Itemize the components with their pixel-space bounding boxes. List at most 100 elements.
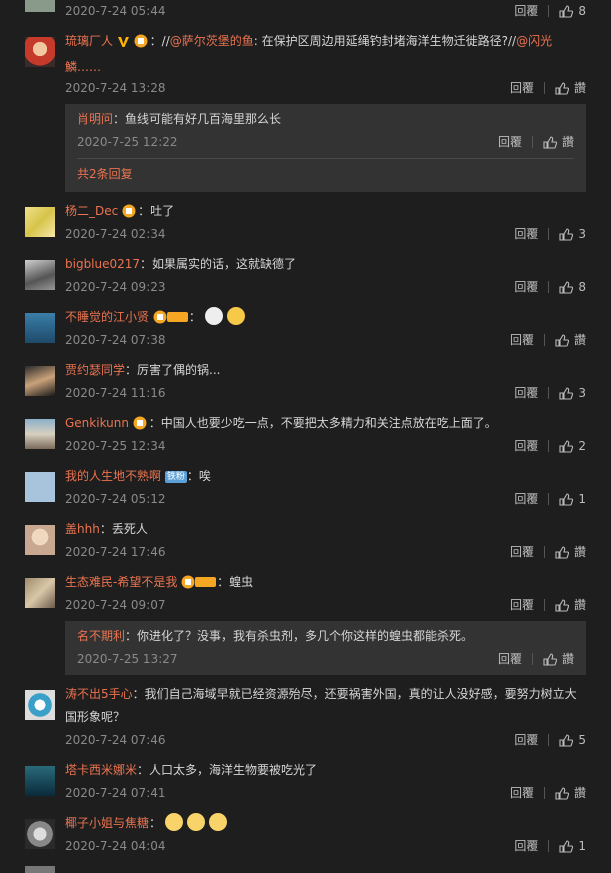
like-button[interactable]: 讚 — [555, 784, 586, 802]
comment-item: 涛不出5手心：我们自己海域早就已经资源殆尽，还要祸害外国，真的让人没好感，要努力… — [0, 683, 611, 751]
like-button[interactable]: 5 — [559, 731, 586, 749]
reply-button[interactable]: 回覆 — [514, 437, 538, 455]
sub-reply-username[interactable]: 名不期利 — [77, 629, 125, 643]
avatar[interactable] — [25, 207, 55, 237]
thumbs-up-icon — [559, 4, 574, 18]
thumbs-up-icon — [543, 652, 557, 666]
avatar[interactable] — [25, 766, 55, 796]
avatar[interactable] — [25, 0, 55, 12]
like-button[interactable]: 讚 — [555, 596, 586, 614]
comment-content: 贾约瑟同学：厉害了偶的锅... — [65, 363, 221, 377]
reply-button[interactable]: 回覆 — [510, 784, 534, 802]
comment-username[interactable]: bigblue0217 — [65, 257, 140, 271]
reply-button[interactable]: 回覆 — [510, 596, 534, 614]
mention-link[interactable]: @萨尔茨堡的鱼 — [170, 34, 254, 48]
comment-item: 贾约瑟同学：厉害了偶的锅... 2020-7-24 11:16 回覆 3 — [0, 359, 611, 404]
like-button[interactable]: 2 — [559, 437, 586, 455]
comment-username[interactable]: 塔卡西米娜米 — [65, 763, 137, 777]
like-count: 1 — [578, 492, 586, 506]
avatar[interactable] — [25, 472, 55, 502]
reply-button[interactable]: 回覆 — [514, 837, 538, 855]
reply-button[interactable]: 回覆 — [510, 543, 534, 561]
like-button[interactable]: 讚 — [555, 79, 586, 97]
like-button[interactable]: 1 — [559, 837, 586, 855]
avatar[interactable] — [25, 819, 55, 849]
thumbs-up-icon — [559, 280, 574, 294]
reply-button[interactable]: 回覆 — [510, 79, 534, 97]
like-button[interactable]: 讚 — [543, 133, 574, 151]
comment-username[interactable]: 盖hhh — [65, 522, 100, 536]
reply-button[interactable]: 回覆 — [514, 490, 538, 508]
comment-username[interactable]: 杨二_Dec — [65, 204, 118, 218]
thumbs-up-icon — [555, 81, 569, 95]
fan-badge-icon — [181, 574, 217, 597]
comment-time: 2020-7-24 07:38 — [65, 333, 166, 347]
like-button[interactable]: 8 — [559, 2, 586, 20]
emoji-icon — [208, 813, 227, 831]
reply-button[interactable]: 回覆 — [514, 731, 538, 749]
avatar[interactable] — [25, 260, 55, 290]
comment-time: 2020-7-24 07:46 — [65, 733, 166, 747]
avatar[interactable] — [25, 690, 55, 720]
comment-time: 2020-7-24 04:04 — [65, 839, 166, 853]
like-button[interactable]: 1 — [559, 490, 586, 508]
reply-button[interactable]: 回覆 — [514, 278, 538, 296]
divider — [543, 787, 545, 799]
divider — [543, 599, 545, 611]
avatar[interactable] — [25, 419, 55, 449]
avatar[interactable] — [25, 578, 55, 608]
comment-item: 杨二_Dec ：吐了 2020-7-24 02:34 回覆 3 — [0, 200, 611, 245]
reply-button[interactable]: 回覆 — [514, 2, 538, 20]
like-button[interactable]: 3 — [559, 225, 586, 243]
comment-username[interactable]: 琉璃厂人 — [65, 34, 113, 48]
comment-username[interactable]: 贾约瑟同学 — [65, 363, 125, 377]
more-replies-link[interactable]: 共2条回复 — [65, 163, 145, 186]
comment-item: 盖hhh：丢死人 2020-7-24 17:46 回覆 讚 — [0, 518, 611, 563]
avatar[interactable] — [25, 866, 55, 873]
emoji-icon — [164, 813, 183, 831]
like-button[interactable]: 3 — [559, 384, 586, 402]
avatar[interactable] — [25, 313, 55, 343]
comment-username[interactable]: 我的人生地不熟啊 — [65, 469, 161, 483]
divider — [548, 493, 550, 505]
comment-item: Genkikunn ：中国人也要少吃一点，不要把太多精力和关注点放在吃上面了。 … — [0, 412, 611, 457]
divider — [548, 440, 550, 452]
sub-reply-time: 2020-7-25 13:27 — [77, 652, 178, 666]
like-button[interactable]: 讚 — [555, 331, 586, 349]
like-button[interactable]: 讚 — [555, 543, 586, 561]
sub-reply-content: 肖明问：鱼线可能有好几百海里那么长 — [77, 112, 282, 126]
like-count: 讚 — [573, 598, 586, 612]
comment-username[interactable]: 涛不出5手心 — [65, 687, 133, 701]
like-button[interactable]: 讚 — [543, 650, 574, 668]
avatar[interactable] — [25, 366, 55, 396]
avatar[interactable] — [25, 37, 55, 67]
comment-content: 盖hhh：丢死人 — [65, 522, 148, 536]
comment-username[interactable]: 生态难民-希望不是我 — [65, 575, 177, 589]
comment-item: 2020-7-24 05:44 回覆 8 — [0, 0, 611, 22]
divider — [543, 334, 545, 346]
comment-content: 我的人生地不熟啊 铁粉 ：唉 — [65, 469, 211, 483]
divider — [531, 136, 533, 148]
comment-item: 琉璃厂人 ：//@萨尔茨堡的鱼: 在保护区周边用延绳钓封堵海洋生物迁徙路径?//… — [0, 30, 611, 192]
sub-reply-username[interactable]: 肖明问 — [77, 112, 113, 126]
like-count: 3 — [578, 386, 586, 400]
comment-time: 2020-7-25 12:34 — [65, 439, 166, 453]
reply-button[interactable]: 回覆 — [514, 225, 538, 243]
comment-time: 2020-7-24 17:46 — [65, 545, 166, 559]
thumbs-up-icon — [559, 439, 574, 453]
comment-username[interactable]: 不睡觉的江小贤 — [65, 310, 149, 324]
reply-button[interactable]: 回覆 — [510, 331, 534, 349]
thumbs-up-icon — [555, 545, 569, 559]
reply-button[interactable]: 回覆 — [498, 650, 522, 668]
sub-reply-content: 名不期利：你进化了？没事，我有杀虫剂，多几个你这样的蝗虫都能杀死。 — [77, 629, 474, 643]
avatar[interactable] — [25, 525, 55, 555]
comment-time: 2020-7-24 13:28 — [65, 81, 166, 95]
mention-link[interactable]: @闪光 — [516, 34, 552, 48]
fan-badge-icon — [133, 415, 149, 438]
reply-button[interactable]: 回覆 — [514, 384, 538, 402]
comment-content: 塔卡西米娜米：人口太多，海洋生物要被吃光了 — [65, 763, 318, 777]
like-button[interactable]: 8 — [559, 278, 586, 296]
reply-button[interactable]: 回覆 — [498, 133, 522, 151]
comment-username[interactable]: Genkikunn — [65, 416, 129, 430]
comment-username[interactable]: 椰子小姐与焦糖 — [65, 816, 149, 830]
